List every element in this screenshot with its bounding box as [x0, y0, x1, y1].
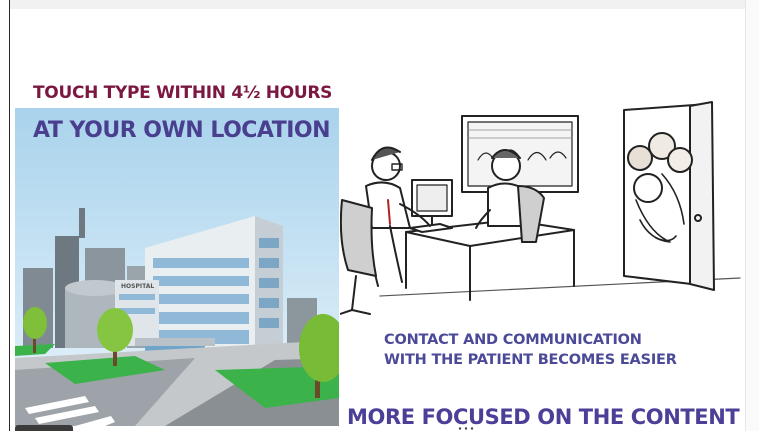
- window-top-bar: [0, 0, 759, 9]
- caption-line-2: WITH THE PATIENT BECOMES EASIER: [384, 352, 677, 368]
- video-control-stub[interactable]: [15, 425, 73, 431]
- heading-touch-type: TOUCH TYPE WITHIN 4½ HOURS: [33, 83, 333, 103]
- window-left-edge: [0, 0, 10, 431]
- doctor-patient-illustration: [333, 100, 752, 330]
- heading-focused-content: MORE FOCUSED ON THE CONTENT: [347, 405, 740, 429]
- player-dots-icon: [458, 427, 474, 430]
- caption-communication: CONTACT AND COMMUNICATION WITH THE PATIE…: [384, 330, 677, 370]
- hospital-city-illustration: HOSPITAL: [15, 108, 339, 426]
- heading-own-location: AT YOUR OWN LOCATION: [33, 118, 331, 143]
- hospital-sign: HOSPITAL: [121, 283, 154, 290]
- caption-line-1: CONTACT AND COMMUNICATION: [384, 332, 642, 348]
